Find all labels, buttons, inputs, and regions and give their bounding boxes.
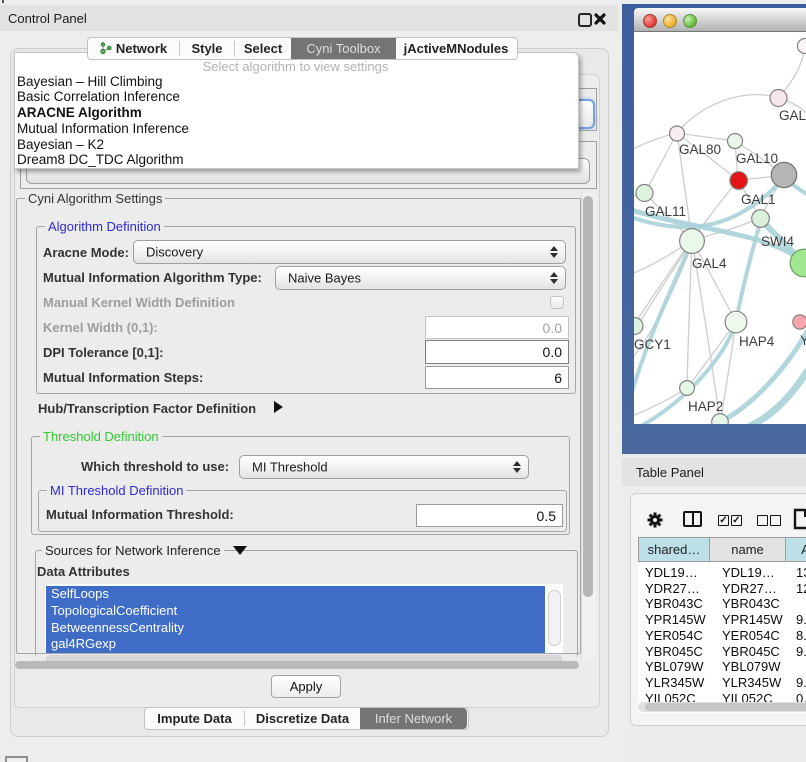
svg-text:GAL4: GAL4 [692,256,727,271]
svg-text:GAL7: GAL7 [779,108,806,123]
svg-text:SWI4: SWI4 [761,234,794,249]
svg-text:GAL11: GAL11 [645,204,686,219]
svg-text:HAP2: HAP2 [688,399,723,414]
svg-text:GAL10: GAL10 [736,151,778,166]
svg-text:GCY1: GCY1 [634,337,671,352]
svg-text:Y: Y [800,333,806,348]
svg-text:GAL80: GAL80 [679,142,721,157]
svg-text:HAP4: HAP4 [739,334,775,349]
svg-text:GAL1: GAL1 [741,192,776,207]
